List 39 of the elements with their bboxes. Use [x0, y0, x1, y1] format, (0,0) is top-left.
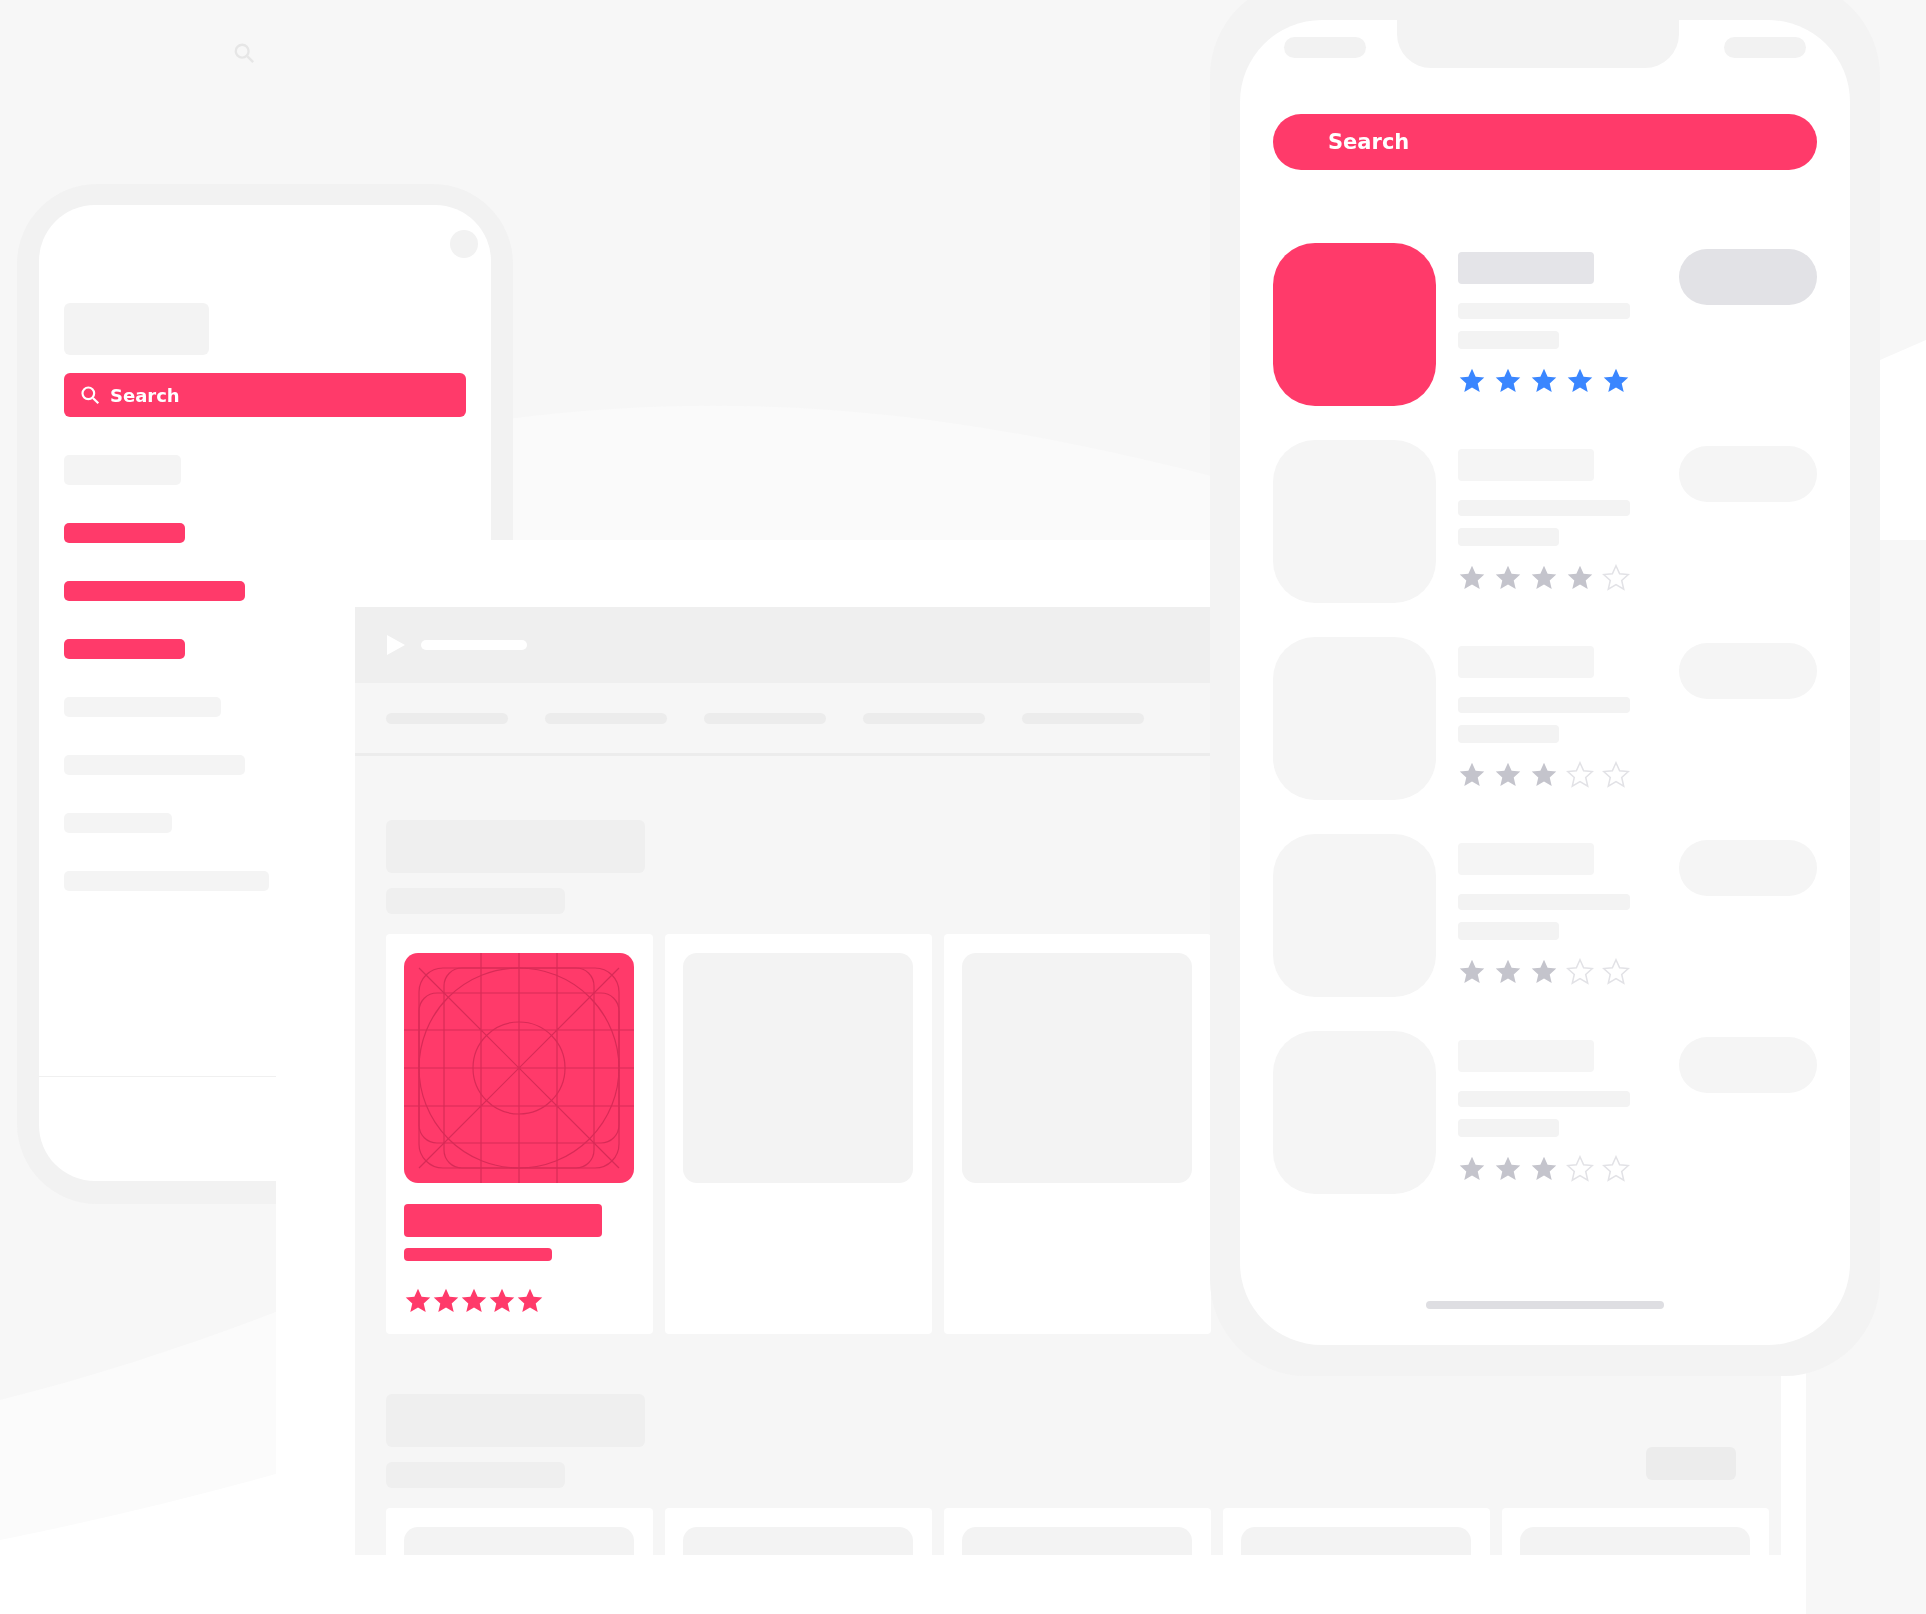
star-icon — [1602, 958, 1630, 986]
star-icon — [1566, 367, 1594, 395]
star-icon — [1530, 367, 1558, 395]
star-icon — [1602, 761, 1630, 789]
search-bar[interactable]: Search — [64, 373, 466, 417]
app-card[interactable] — [386, 934, 653, 1334]
star-icon — [1530, 958, 1558, 986]
star-icon — [1458, 564, 1486, 592]
star-icon — [1602, 1155, 1630, 1183]
star-icon — [460, 1287, 488, 1315]
star-icon — [1530, 1155, 1558, 1183]
star-icon — [488, 1287, 516, 1315]
star-icon — [516, 1287, 544, 1315]
star-icon — [1602, 367, 1630, 395]
star-icon — [432, 1287, 460, 1315]
star-icon — [1494, 367, 1522, 395]
star-icon — [1566, 761, 1594, 789]
menu-item[interactable] — [64, 639, 185, 659]
star-icon — [1530, 564, 1558, 592]
star-icon — [1530, 761, 1558, 789]
star-icon — [1458, 1155, 1486, 1183]
star-icon — [1494, 761, 1522, 789]
star-icon — [1566, 1155, 1594, 1183]
search-bar[interactable]: Search — [1273, 114, 1817, 170]
star-icon — [1458, 958, 1486, 986]
star-icon — [1494, 564, 1522, 592]
star-icon — [1566, 564, 1594, 592]
get-button[interactable] — [1679, 249, 1817, 305]
app-icon[interactable] — [1273, 243, 1436, 406]
star-icon — [1602, 564, 1630, 592]
star-icon — [404, 1287, 432, 1315]
star-icon — [1494, 958, 1522, 986]
star-icon — [1494, 1155, 1522, 1183]
menu-item[interactable] — [64, 581, 245, 601]
star-icon — [1458, 367, 1486, 395]
menu-item[interactable] — [64, 523, 185, 543]
star-icon — [1458, 761, 1486, 789]
star-icon — [1566, 958, 1594, 986]
search-icon — [80, 385, 100, 405]
